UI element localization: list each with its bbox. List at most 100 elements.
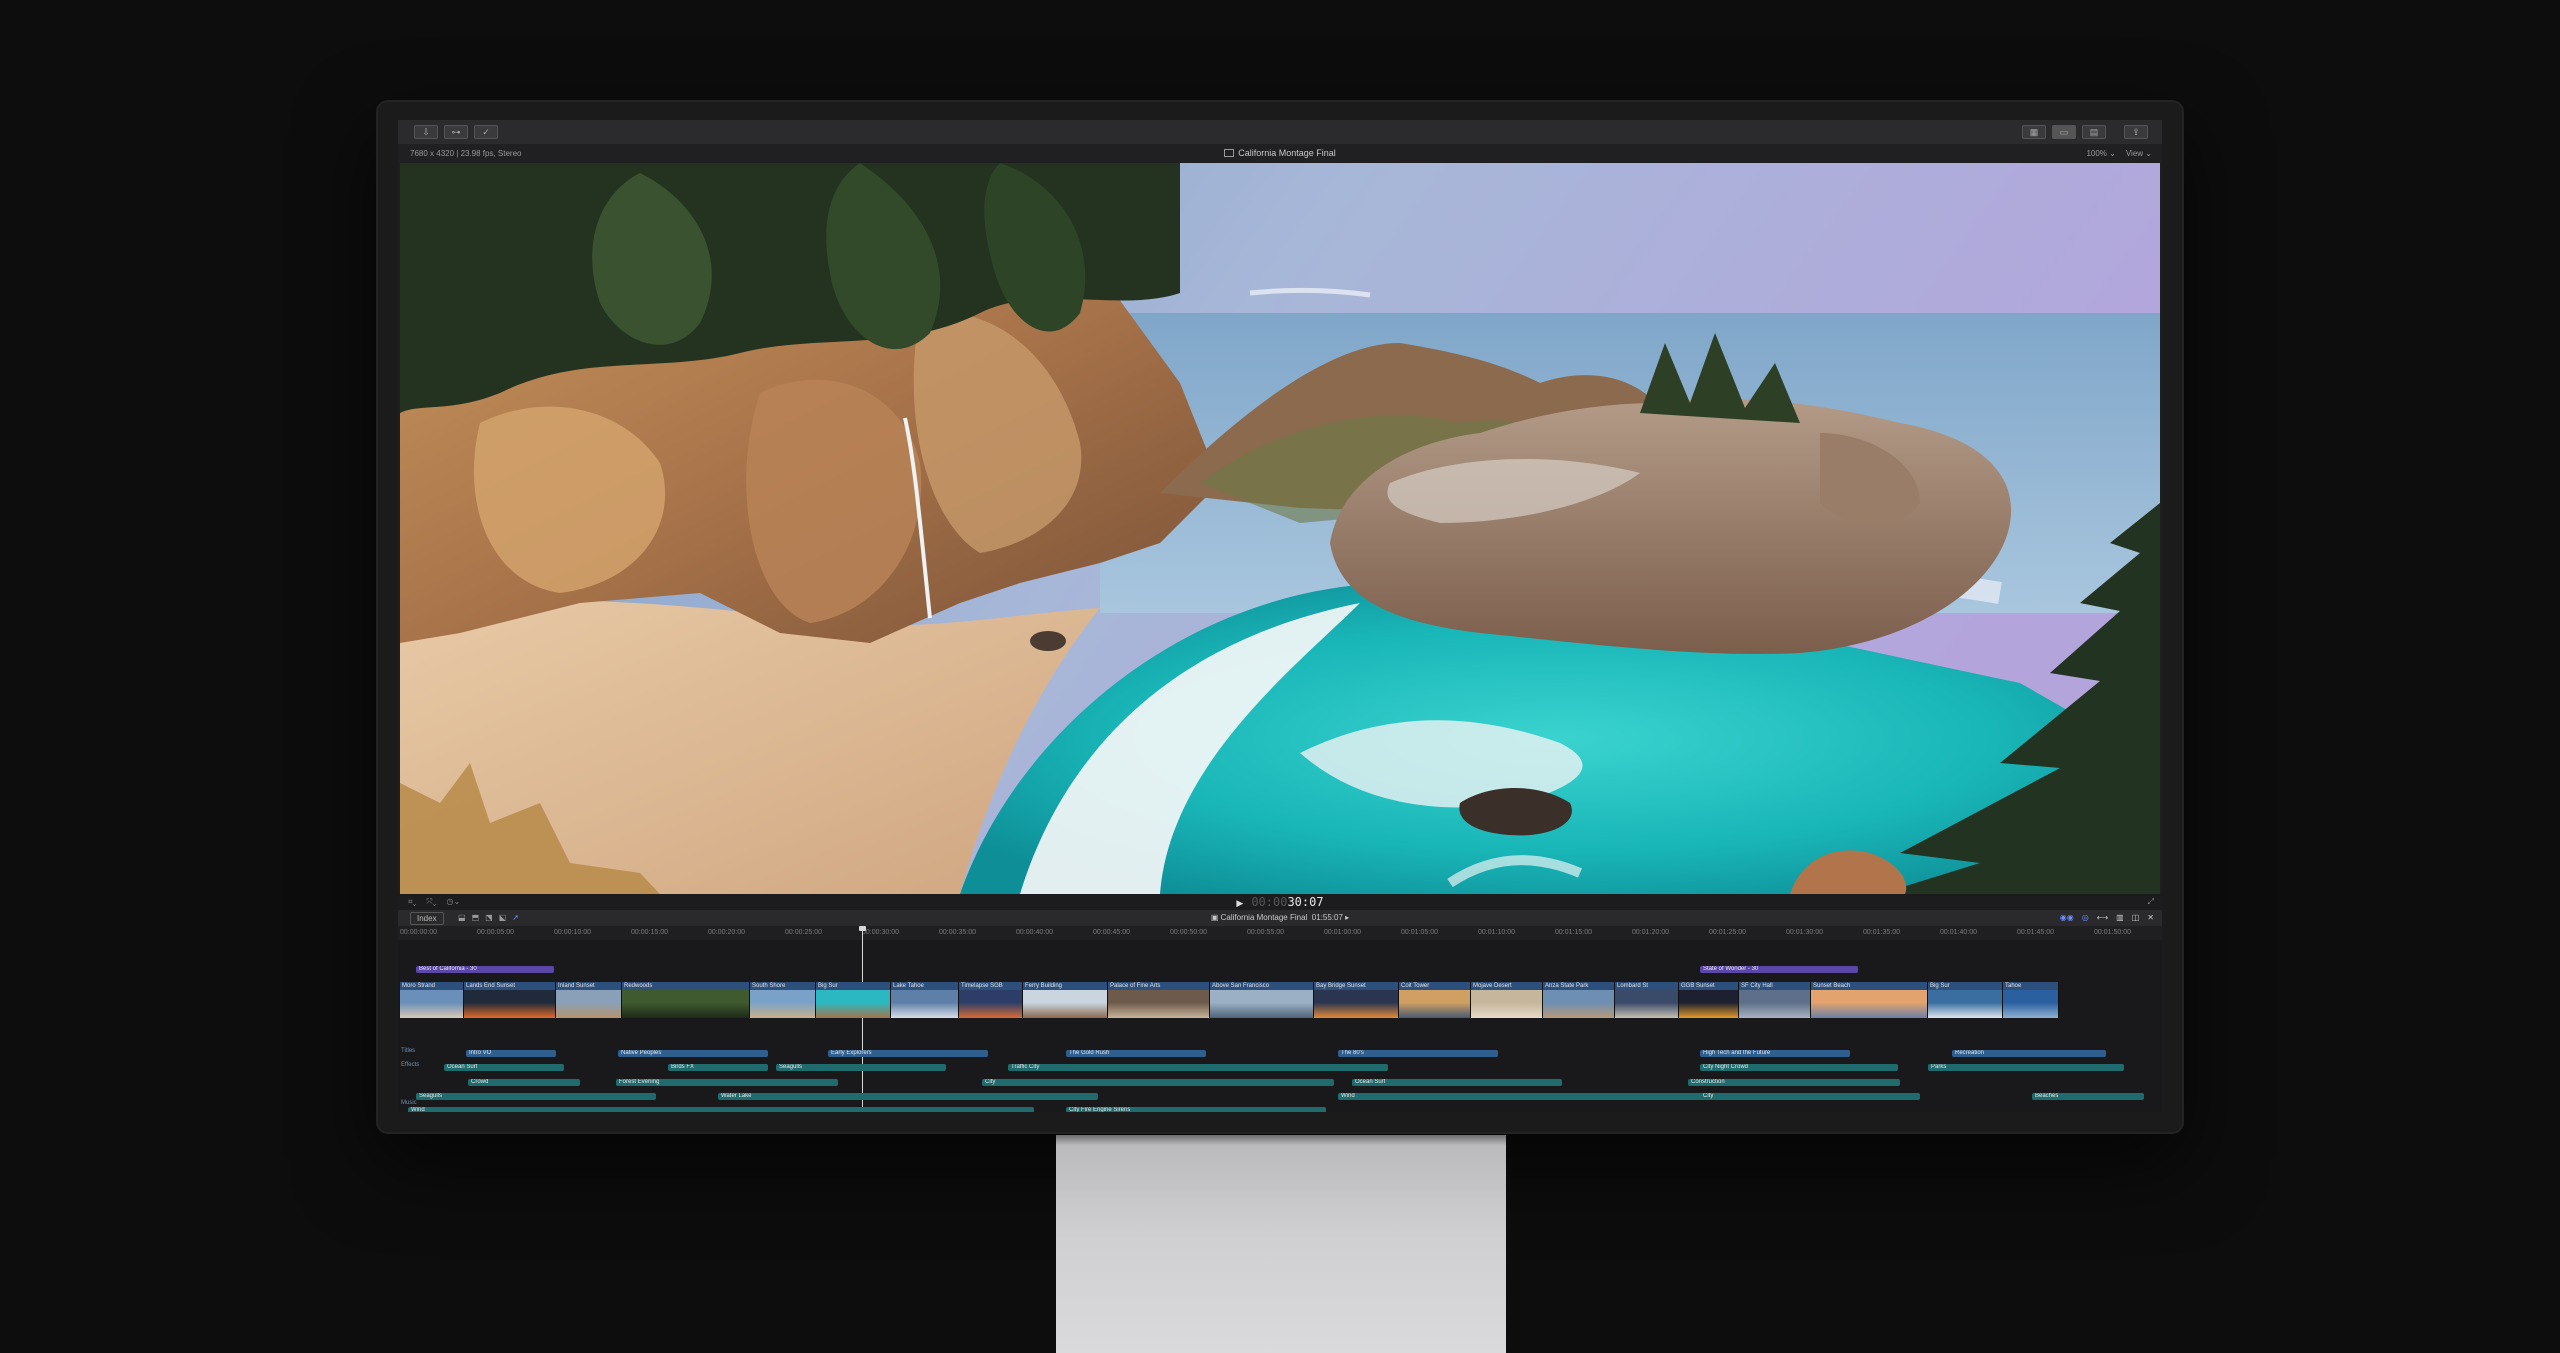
- clip-label: GGB Sunset: [1679, 982, 1738, 990]
- storyline-clip[interactable]: Above San Francisco: [1210, 982, 1314, 1018]
- timeline-clip[interactable]: Intro VO: [466, 1050, 556, 1057]
- clip-label: Coit Tower: [1399, 982, 1470, 990]
- timecode-leading: 00:00: [1251, 895, 1288, 909]
- timeline-clip[interactable]: City: [1700, 1093, 1920, 1100]
- storyline-clip[interactable]: SF City Hall: [1739, 982, 1811, 1018]
- timeline-area[interactable]: Moro Strand Lands End Sunset Inland Sunset…: [398, 926, 2162, 1112]
- storyline-clip[interactable]: Moro Strand: [400, 982, 464, 1018]
- timeline-clip[interactable]: Water Lake: [718, 1093, 1098, 1100]
- close-icon[interactable]: ✕: [2147, 913, 2154, 922]
- timeline-clip[interactable]: Ocean Surf: [444, 1064, 564, 1071]
- next-icon[interactable]: ▸: [1343, 913, 1349, 922]
- lane-label: Titles: [401, 1048, 416, 1054]
- storyline-clip[interactable]: Lands End Sunset: [464, 982, 556, 1018]
- share-icon[interactable]: ⇪: [2124, 125, 2148, 139]
- timeline-clip[interactable]: Best of California - 30: [416, 966, 554, 973]
- ruler-tick: 00:00:35:00: [939, 929, 976, 936]
- ruler-tick: 00:01:45:00: [2017, 929, 2054, 936]
- timeline-clip[interactable]: Construction: [1688, 1079, 1900, 1086]
- timeline-clip[interactable]: Wind: [408, 1107, 1034, 1112]
- storyline-clip[interactable]: Anza State Park: [1543, 982, 1615, 1018]
- timeline-clip[interactable]: Native Peoples: [618, 1050, 768, 1057]
- timeline-clip[interactable]: Ocean Surf: [1352, 1079, 1562, 1086]
- storyline-clip[interactable]: Redwoods: [622, 982, 750, 1018]
- import-icon[interactable]: ⇩: [414, 125, 438, 139]
- timeline-clip[interactable]: Birds FX: [668, 1064, 768, 1071]
- clip-label: Lands End Sunset: [464, 982, 555, 990]
- keyword-icon[interactable]: ⊶: [444, 125, 468, 139]
- checkmark-icon[interactable]: ✓: [474, 125, 498, 139]
- timeline-clip[interactable]: Recreation: [1952, 1050, 2106, 1057]
- timeline-clip[interactable]: Wind: [1338, 1093, 1708, 1100]
- timeline-clip[interactable]: City: [982, 1079, 1334, 1086]
- storyline-clip[interactable]: Palace of Fine Arts: [1108, 982, 1210, 1018]
- inspector-layout-icon[interactable]: ▤: [2082, 125, 2106, 139]
- browser-layout-icon[interactable]: ▦: [2022, 125, 2046, 139]
- clip-label: Ferry Building: [1023, 982, 1107, 990]
- ruler-tick: 00:01:35:00: [1863, 929, 1900, 936]
- timeline-clip[interactable]: The Gold Rush: [1066, 1050, 1206, 1057]
- storyline-clip[interactable]: Big Sur: [816, 982, 891, 1018]
- storyline-clip[interactable]: Inland Sunset: [556, 982, 622, 1018]
- play-icon[interactable]: ▶: [1236, 898, 1243, 908]
- storyline-clip[interactable]: Timelapse SGB: [959, 982, 1023, 1018]
- timeline-clip[interactable]: Seagulls: [776, 1064, 946, 1071]
- storyline-clip[interactable]: Lake Tahoe: [891, 982, 959, 1018]
- timeline-clip[interactable]: High Tech and the Future: [1700, 1050, 1850, 1057]
- audio-skimming-icon[interactable]: ◉◉: [2060, 913, 2074, 922]
- timeline-clip[interactable]: Seagulls: [416, 1093, 656, 1100]
- snapping-icon[interactable]: ⟷: [2097, 913, 2108, 922]
- clip-appearance-icon[interactable]: ▥: [2116, 913, 2124, 922]
- storyline-clip[interactable]: Tahoe: [2003, 982, 2059, 1018]
- playhead[interactable]: [859, 926, 866, 1112]
- storyline-clip[interactable]: Mojave Desert: [1471, 982, 1543, 1018]
- ruler-tick: 00:00:25:00: [785, 929, 822, 936]
- storyline-clip[interactable]: Big Sur: [1928, 982, 2003, 1018]
- timeline-layout-icon[interactable]: ▭: [2052, 125, 2076, 139]
- timecode-display[interactable]: 30:07: [1287, 895, 1323, 909]
- clip-label: Above San Francisco: [1210, 982, 1313, 990]
- zoom-menu[interactable]: 100% ⌄: [2086, 149, 2115, 158]
- clip-label: Bay Bridge Sunset: [1314, 982, 1398, 990]
- timeline-clip[interactable]: City Night Crowd: [1700, 1064, 1898, 1071]
- solo-icon[interactable]: ◎: [2082, 913, 2089, 922]
- storyline-clip[interactable]: GGB Sunset: [1679, 982, 1739, 1018]
- viewer-frame-image: [400, 163, 2160, 894]
- ruler-tick: 00:00:55:00: [1247, 929, 1284, 936]
- storyline-clip[interactable]: Coit Tower: [1399, 982, 1471, 1018]
- video-viewer[interactable]: [400, 163, 2160, 894]
- viewer-title: California Montage Final: [1238, 148, 1336, 158]
- clip-label: Tahoe: [2003, 982, 2058, 990]
- film-icon: [1224, 149, 1235, 157]
- storyline-clip[interactable]: Lombard St: [1615, 982, 1679, 1018]
- transport-bar: ⌗⌄ ⤧⌄ ◷⌄ ▶ 00:0030:07 ⤢: [398, 894, 2162, 910]
- timeline-clip[interactable]: Traffic City: [1008, 1064, 1388, 1071]
- effects-browser-icon[interactable]: ◫: [2132, 913, 2140, 922]
- fullscreen-icon[interactable]: ⤢: [2148, 897, 2154, 907]
- timeline-clip[interactable]: Beaches: [2032, 1093, 2144, 1100]
- clip-label: Palace of Fine Arts: [1108, 982, 1209, 990]
- timeline-clip[interactable]: City Fire Engine Sirens: [1066, 1107, 1326, 1112]
- timeline-clip[interactable]: Parks: [1928, 1064, 2124, 1071]
- timeline-clip[interactable]: Crowd: [468, 1079, 580, 1086]
- timeline-clip[interactable]: State of Wonder - 30: [1700, 966, 1858, 973]
- storyline-clip[interactable]: Bay Bridge Sunset: [1314, 982, 1399, 1018]
- clip-thumbnail: [1679, 990, 1738, 1018]
- viewer-header: 7680 x 4320 | 23.98 fps, Stereo Californ…: [398, 144, 2162, 162]
- storyline-clip[interactable]: Ferry Building: [1023, 982, 1108, 1018]
- clip-label: Anza State Park: [1543, 982, 1614, 990]
- view-menu[interactable]: View ⌄: [2126, 149, 2152, 158]
- ruler-tick: 00:01:25:00: [1709, 929, 1746, 936]
- ruler-tick: 00:00:00:00: [400, 929, 437, 936]
- clip-thumbnail: [750, 990, 815, 1018]
- storyline-clip[interactable]: Sunset Beach: [1811, 982, 1928, 1018]
- timeline-clip[interactable]: The 80's: [1338, 1050, 1498, 1057]
- timeline-clip[interactable]: Early Explorers: [828, 1050, 988, 1057]
- timeline-ruler[interactable]: 00:00:00:00 00:00:05:00 00:00:10:00 00:00:1…: [398, 926, 2162, 940]
- ruler-tick: 00:01:05:00: [1401, 929, 1438, 936]
- ruler-tick: 00:00:30:00: [862, 929, 899, 936]
- timeline-clip[interactable]: Forest Evening: [616, 1079, 838, 1086]
- storyline-clip[interactable]: South Shore: [750, 982, 816, 1018]
- ruler-tick: 00:01:20:00: [1632, 929, 1669, 936]
- clip-thumbnail: [1399, 990, 1470, 1018]
